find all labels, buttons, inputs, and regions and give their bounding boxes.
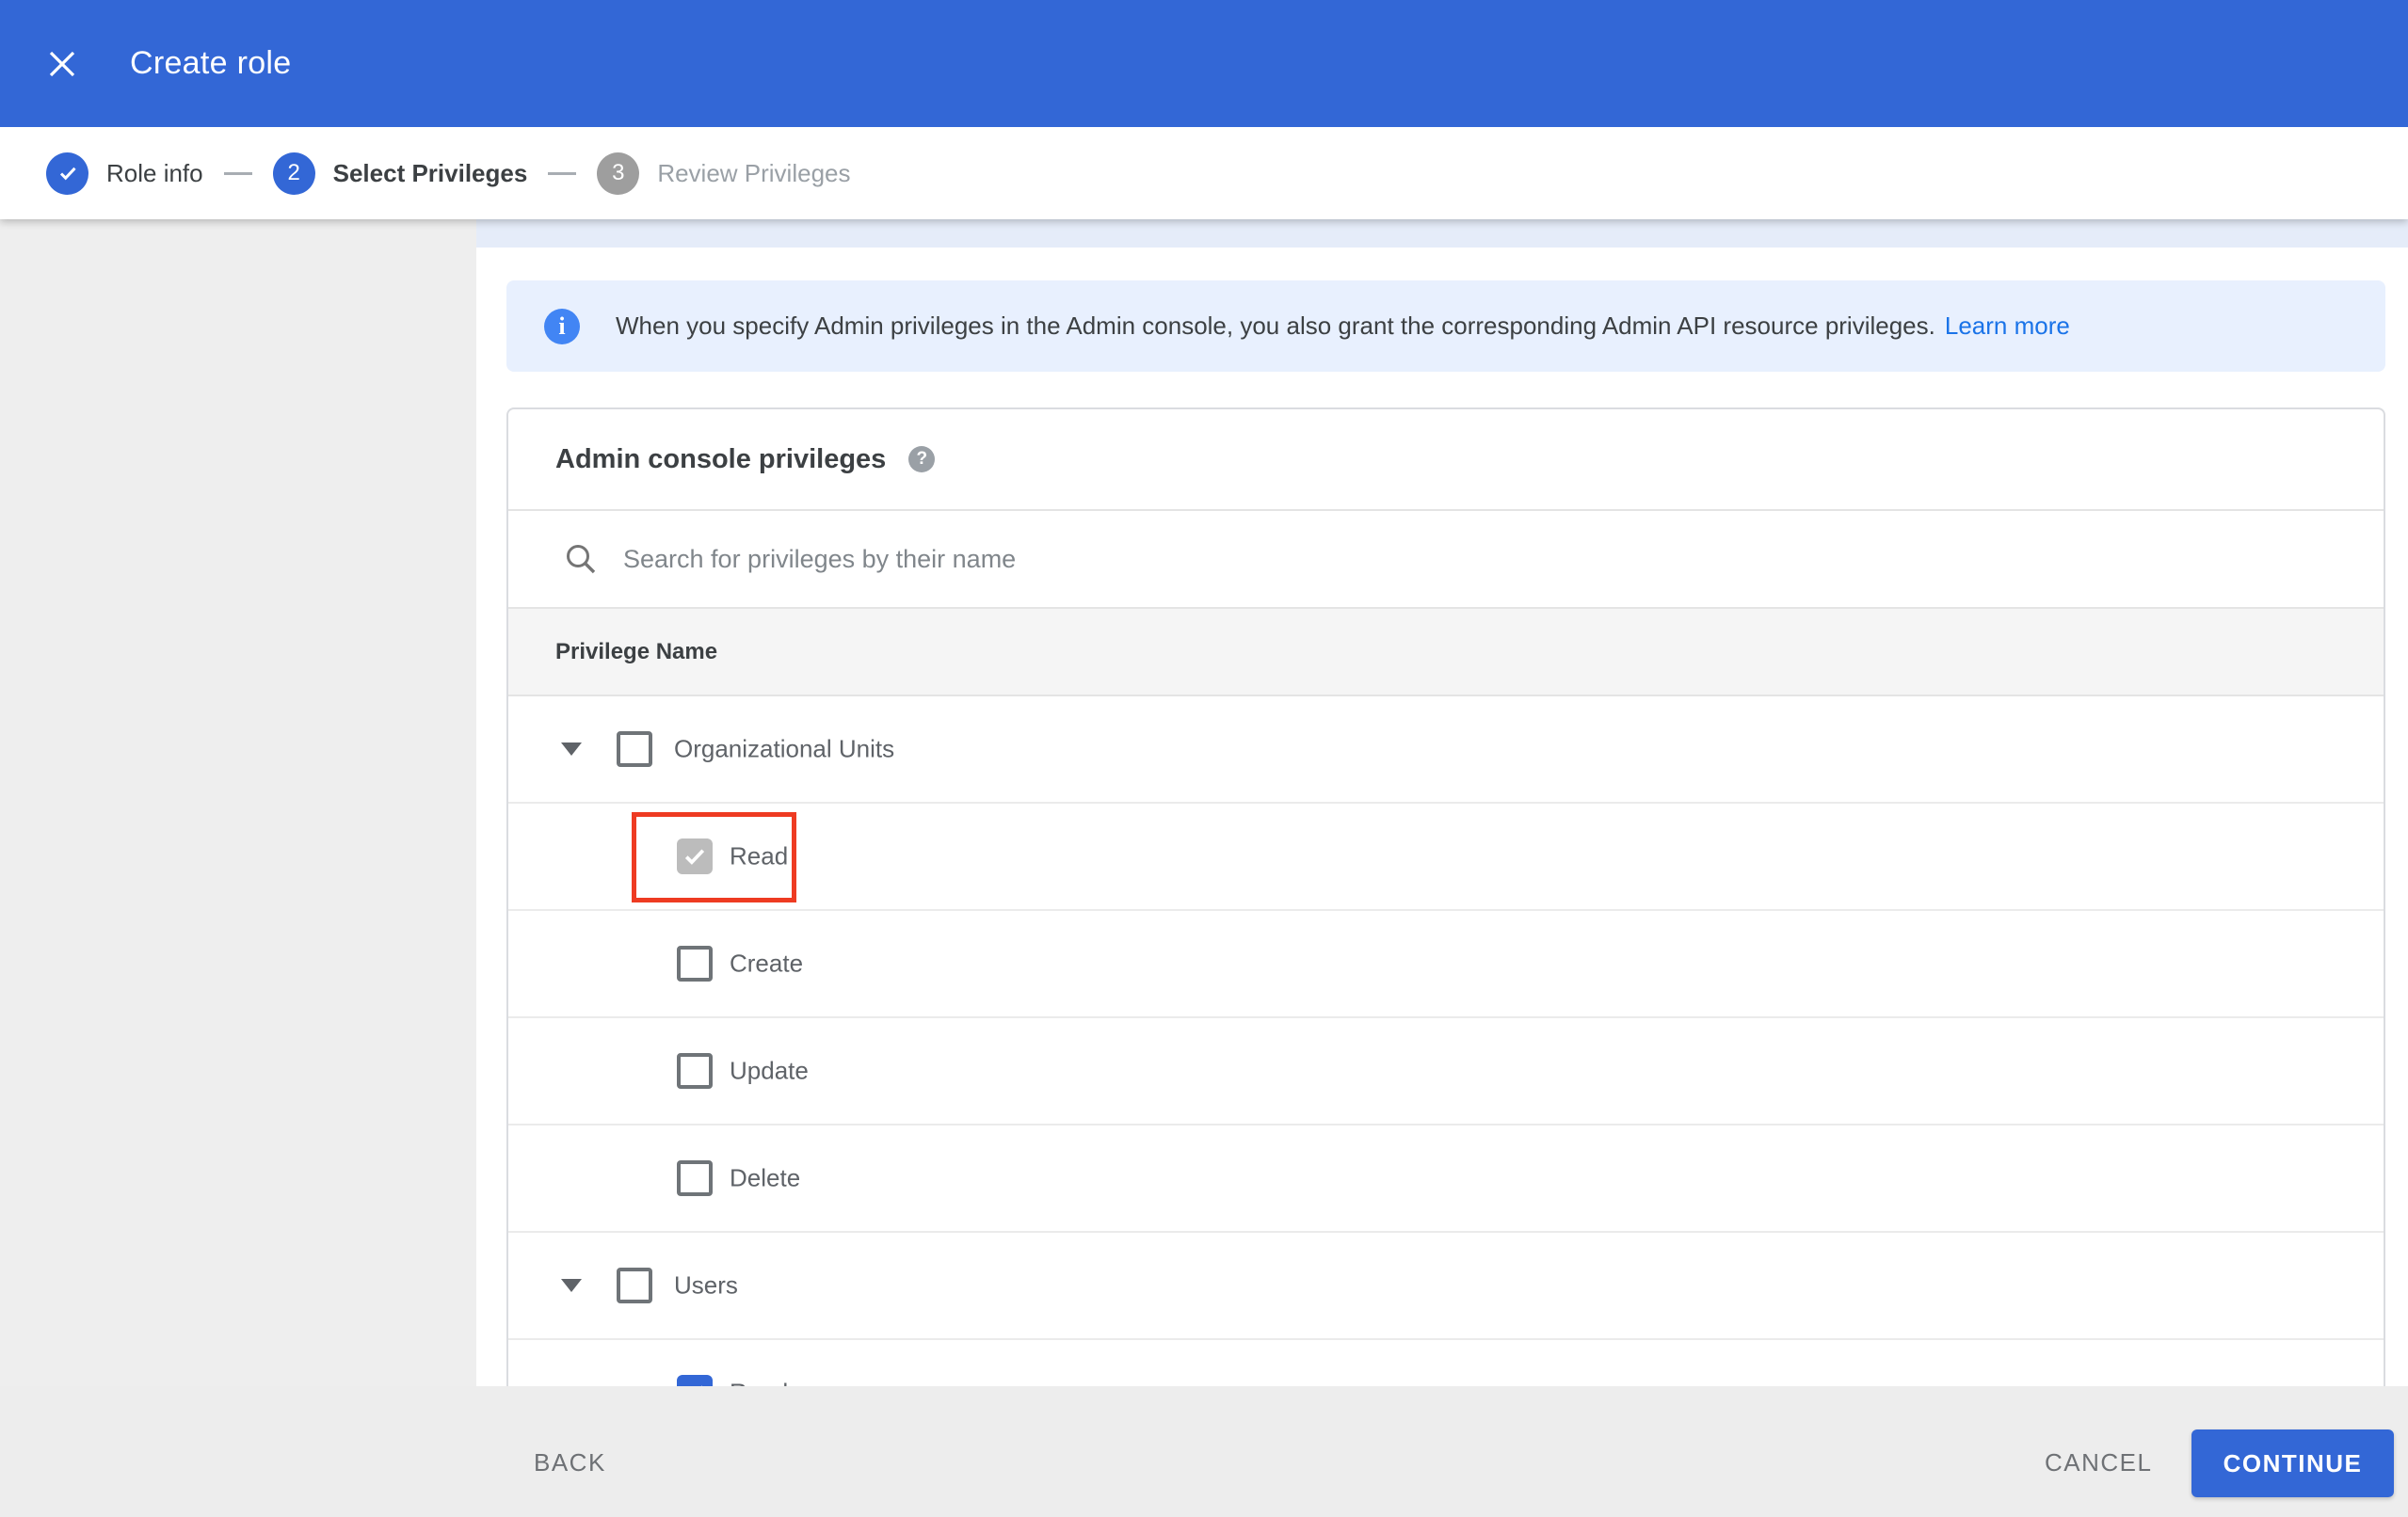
table-row: Read (508, 1340, 2384, 1386)
cancel-button[interactable]: CANCEL (2045, 1448, 2152, 1477)
privilege-checkbox[interactable] (617, 731, 652, 767)
step-1-label: Role info (106, 158, 203, 187)
search-icon (567, 545, 596, 574)
privilege-checkbox[interactable] (677, 946, 713, 982)
table-row: Create (508, 911, 2384, 1018)
privilege-label: Delete (730, 1163, 801, 1192)
admin-console-privileges-heading: Admin console privileges (555, 443, 887, 474)
privilege-label: Organizational Units (674, 734, 895, 763)
expand-arrow-icon[interactable] (561, 743, 582, 756)
footer-bar: BACK CANCEL CONTINUE (0, 1386, 2408, 1517)
table-row: Delete (508, 1126, 2384, 1233)
checkmark-icon (59, 167, 76, 181)
help-icon[interactable]: ? (908, 446, 936, 472)
privilege-label: Create (730, 949, 804, 978)
card-heading-row: Admin console privileges ? (508, 409, 2384, 511)
privileges-card: Admin console privileges ? Privilege Nam… (506, 407, 2385, 1386)
page-title: Create role (130, 45, 292, 81)
continue-button[interactable]: CONTINUE (2191, 1429, 2394, 1497)
privilege-label: Read (730, 841, 789, 870)
step-3-circle: 3 (597, 152, 640, 195)
checkmark-icon (684, 849, 705, 865)
expand-arrow-icon[interactable] (561, 1279, 582, 1292)
content-area: i When you specify Admin privileges in t… (476, 219, 2408, 1386)
app-header: Create role (0, 0, 2408, 127)
create-role-dialog: Create role Role info 2 Select Privilege… (0, 0, 2408, 1517)
table-row: Organizational Units (508, 696, 2384, 804)
close-button[interactable] (43, 45, 81, 83)
step-2-circle: 2 (272, 152, 315, 195)
step-2-label: Select Privileges (332, 158, 528, 187)
info-icon: i (544, 308, 580, 344)
privilege-label: Update (730, 1056, 809, 1085)
table-header: Privilege Name (508, 609, 2384, 696)
scrolled-banner-edge (476, 219, 2408, 248)
left-sidebar (0, 219, 476, 1386)
checkmark-icon (700, 1385, 702, 1386)
privilege-checkbox[interactable] (677, 1053, 713, 1089)
step-1-circle (46, 152, 88, 195)
info-banner: i When you specify Admin privileges in t… (506, 280, 2385, 372)
privilege-name-header: Privilege Name (555, 638, 718, 664)
stepper: Role info 2 Select Privileges 3 Review P… (0, 127, 2408, 219)
privilege-checkbox[interactable] (677, 838, 713, 874)
privilege-label: Read (730, 1379, 788, 1387)
search-input[interactable] (623, 531, 2384, 587)
privilege-checkbox[interactable] (677, 1375, 713, 1386)
close-icon (49, 51, 75, 76)
privilege-label: Users (674, 1270, 738, 1300)
learn-more-link[interactable]: Learn more (1945, 311, 2070, 340)
back-button[interactable]: BACK (534, 1448, 606, 1477)
table-row: Read (508, 804, 2384, 911)
search-row (508, 511, 2384, 609)
info-banner-message: When you specify Admin privileges in the… (616, 311, 1935, 340)
privilege-checkbox[interactable] (617, 1268, 652, 1303)
step-3-label: Review Privileges (657, 158, 851, 187)
table-row: Update (508, 1018, 2384, 1126)
step-connector (223, 171, 252, 175)
step-connector (548, 171, 577, 175)
table-row: Users (508, 1233, 2384, 1340)
info-banner-text: When you specify Admin privileges in the… (616, 311, 2070, 341)
step-select-privileges[interactable]: 2 Select Privileges (272, 152, 528, 195)
privilege-list: Organizational Units Read Create Update Dele… (508, 696, 2384, 1386)
privilege-checkbox[interactable] (677, 1160, 713, 1196)
step-role-info[interactable]: Role info (46, 152, 203, 195)
step-review-privileges[interactable]: 3 Review Privileges (597, 152, 851, 195)
